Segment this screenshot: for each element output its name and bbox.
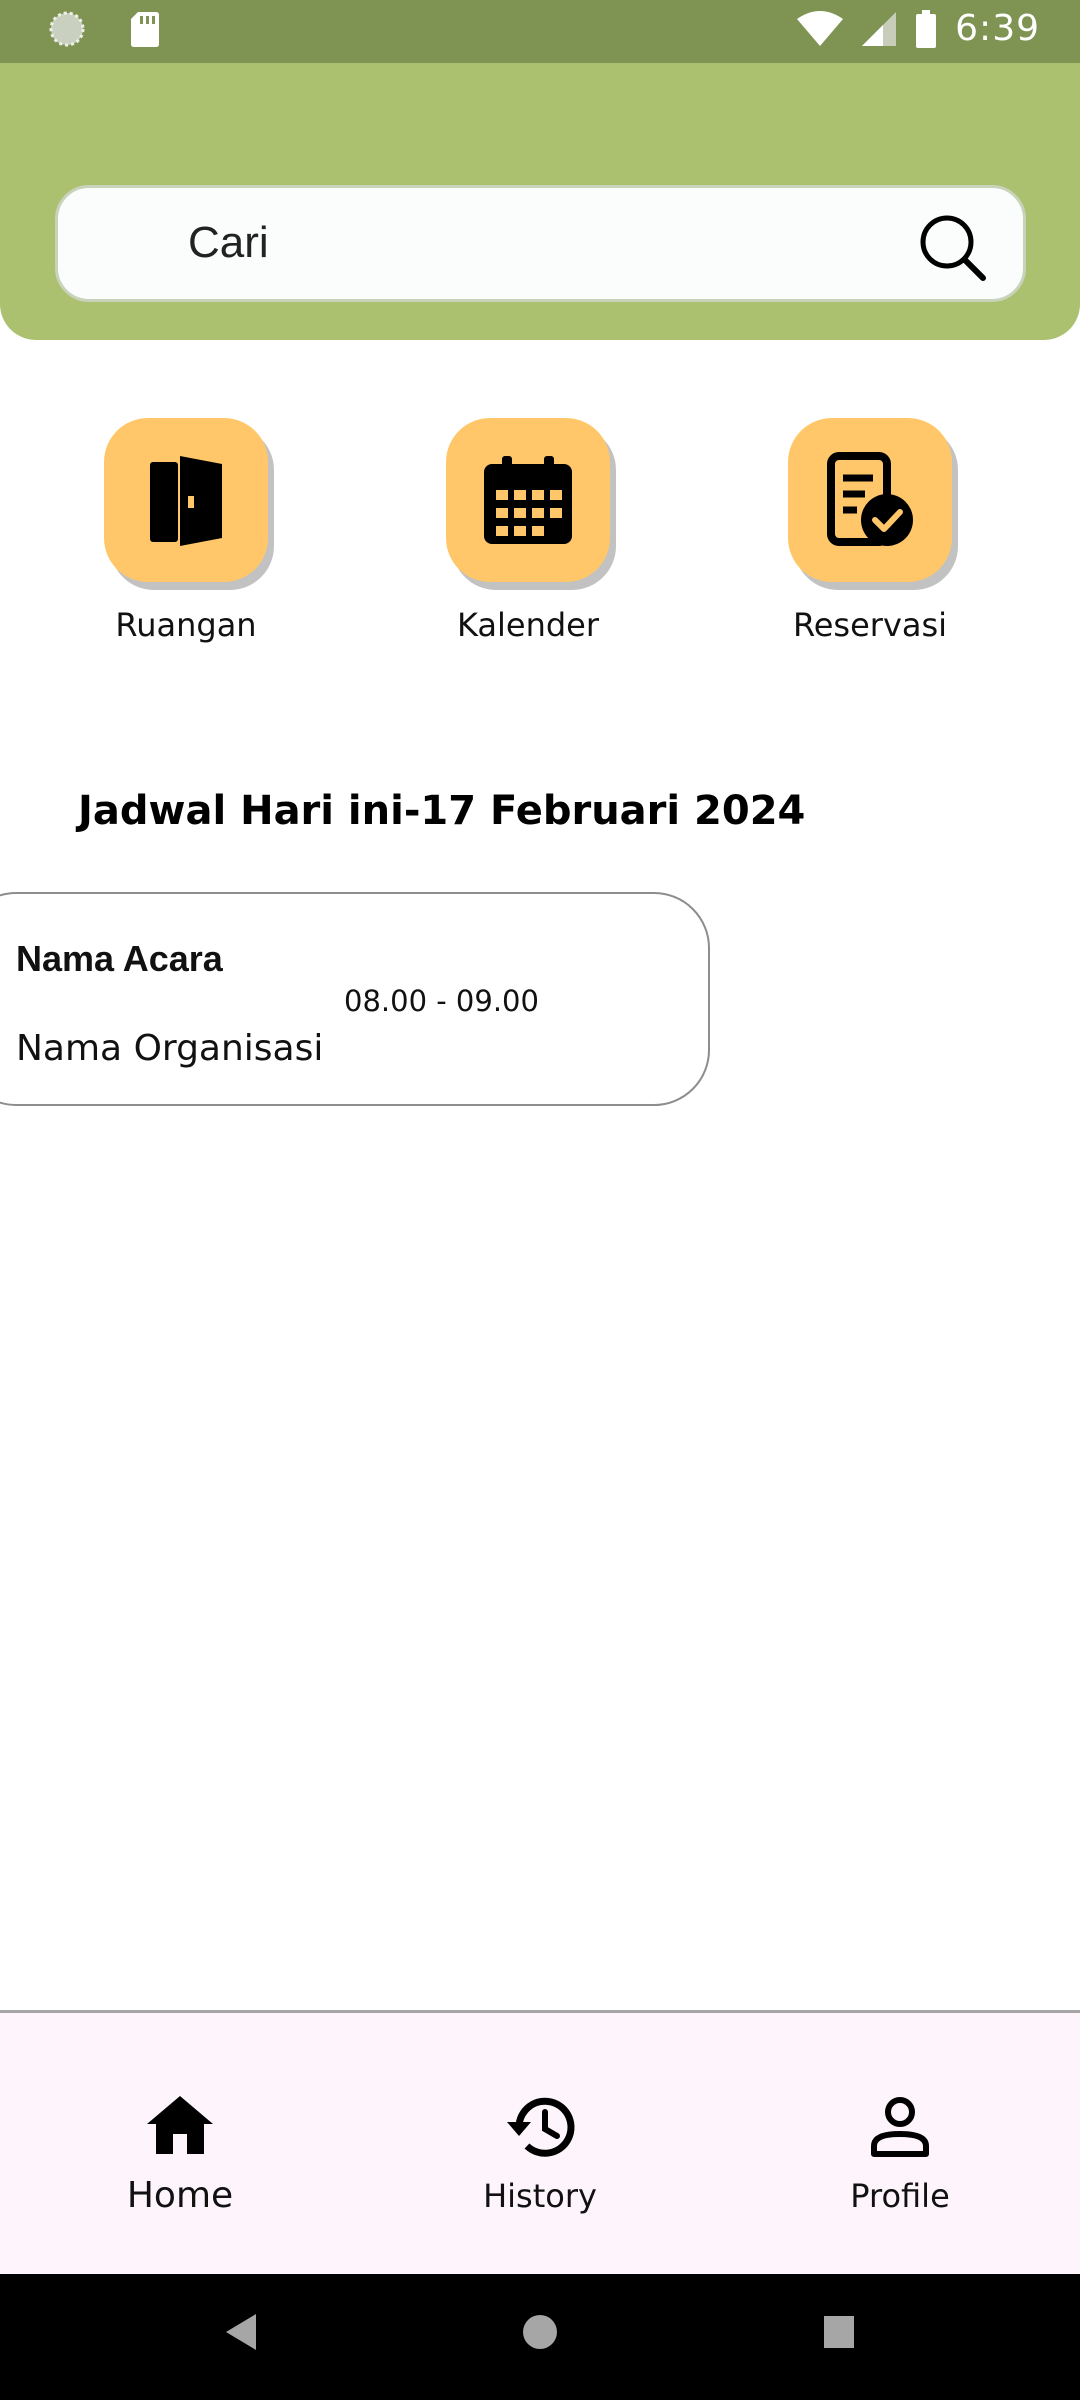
search-icon[interactable]: [917, 212, 987, 282]
spinner-icon: [49, 11, 85, 47]
nav-label-home: Home: [126, 2175, 234, 2216]
search-placeholder: Cari: [188, 218, 269, 267]
menu-label-kalender: Kalender: [456, 606, 600, 644]
home-icon: [147, 2096, 213, 2154]
menu-item-ruangan[interactable]: Ruangan: [86, 418, 286, 644]
nav-profile[interactable]: Profile: [780, 2091, 1020, 2215]
ruangan-button[interactable]: [104, 418, 268, 582]
reservasi-button[interactable]: [788, 418, 952, 582]
status-bar: 6:39: [0, 0, 1080, 63]
calendar-icon: [484, 456, 572, 544]
nav-label-profile: Profile: [850, 2177, 950, 2215]
event-name: Nama Acara: [16, 938, 223, 979]
menu-label-reservasi: Reservasi: [792, 606, 948, 644]
sd-card-icon: [131, 12, 159, 47]
event-time: 08.00 - 09.00: [344, 984, 539, 1018]
schedule-title: Jadwal Hari ini-17 Februari 2024: [78, 788, 806, 834]
menu-item-kalender[interactable]: Kalender: [428, 418, 628, 644]
kalender-button[interactable]: [446, 418, 610, 582]
history-icon: [507, 2097, 575, 2157]
system-nav-bar: [0, 2274, 1080, 2400]
door-icon: [150, 456, 222, 546]
event-card[interactable]: Nama Acara 08.00 - 09.00 Nama Organisasi: [0, 892, 710, 1106]
menu-item-reservasi[interactable]: Reservasi: [770, 418, 970, 644]
recents-icon[interactable]: [822, 2312, 856, 2352]
home-button-icon[interactable]: [522, 2312, 558, 2352]
profile-icon: [871, 2097, 929, 2157]
nav-label-history: History: [483, 2177, 597, 2215]
back-icon[interactable]: [224, 2312, 258, 2352]
battery-icon: [916, 9, 937, 48]
wifi-icon: [797, 10, 844, 46]
menu-label-ruangan: Ruangan: [115, 606, 257, 644]
search-input[interactable]: Cari: [55, 185, 1026, 302]
status-time: 6:39: [955, 8, 1040, 49]
nav-history[interactable]: History: [420, 2091, 660, 2215]
signal-icon: [862, 11, 897, 46]
nav-home[interactable]: Home: [60, 2089, 300, 2216]
reservation-check-icon: [827, 452, 913, 546]
event-organization: Nama Organisasi: [16, 1028, 324, 1069]
bottom-nav: Home History Profile: [0, 2010, 1080, 2274]
